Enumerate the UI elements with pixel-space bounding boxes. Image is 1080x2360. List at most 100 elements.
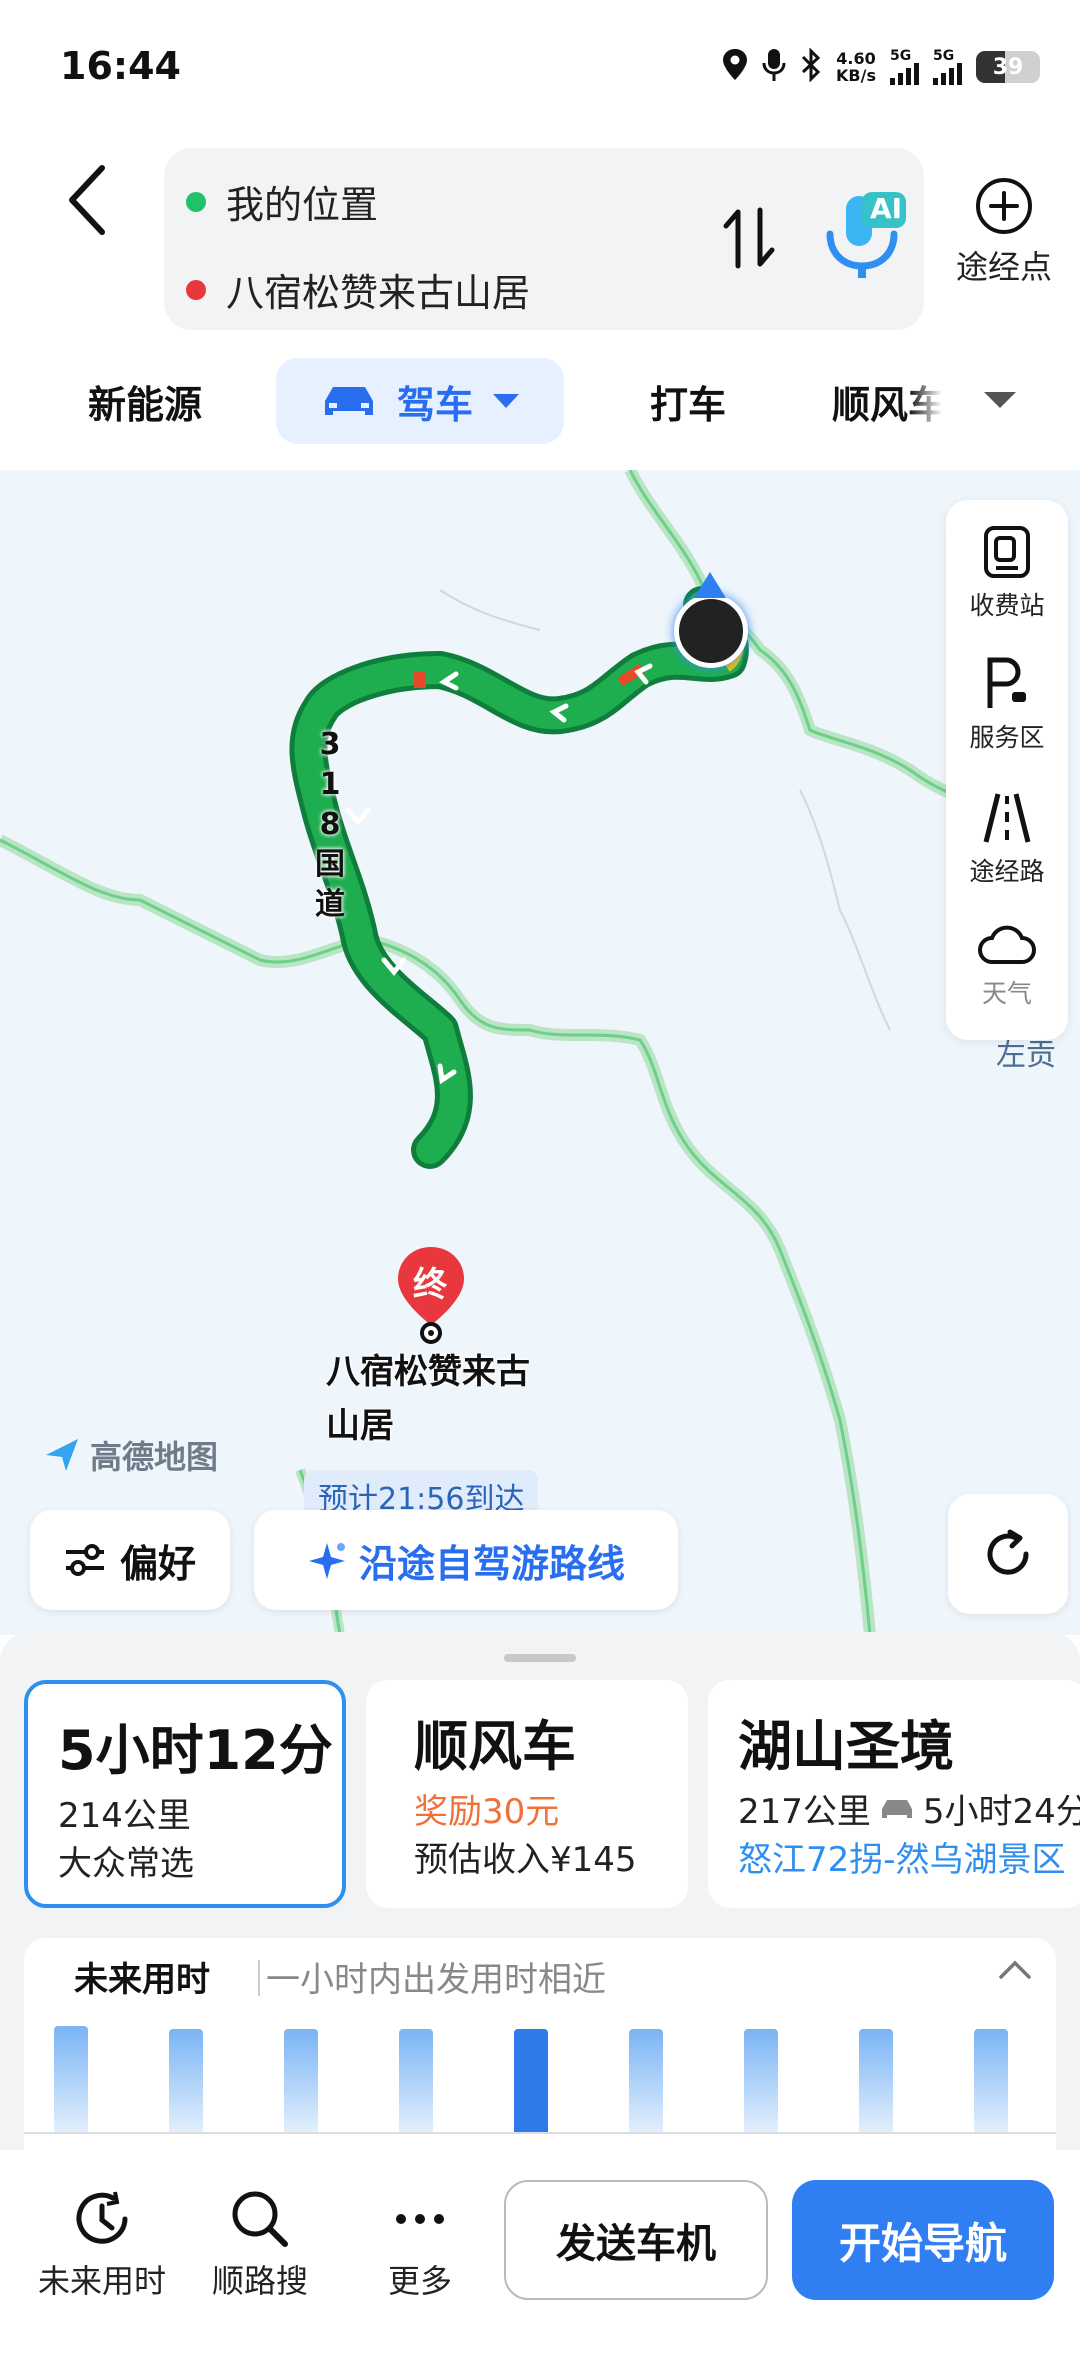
battery-icon: 39 [976, 51, 1040, 83]
plus-circle-icon [976, 178, 1032, 234]
bottom-action-bar: 未来用时 顺路搜 更多 发送车机 开始导航 [0, 2150, 1080, 2360]
road-char: 道 [315, 887, 345, 922]
signal-sim1: 5G [890, 49, 919, 85]
tab-hitch[interactable]: 顺风车 [832, 358, 942, 444]
network-speed-unit: KB/s [836, 66, 876, 85]
ai-voice-button[interactable]: AI [816, 188, 908, 288]
more-modes-button[interactable] [980, 388, 1020, 416]
search-along-label: 顺路搜 [211, 2262, 308, 2300]
more-dots-icon [396, 2214, 444, 2224]
future-time-title: 未来用时 [74, 1960, 210, 2000]
map-view[interactable]: 3 1 8 国 道 终 八宿松赞来古 山居 预计21:56到达 高德地图 左贡 … [0, 470, 1080, 1635]
caret-down-icon [984, 392, 1016, 408]
sheet-drag-handle[interactable] [504, 1654, 576, 1662]
tab-hitch-label: 顺风车 [832, 382, 942, 427]
search-icon [232, 2191, 288, 2247]
tab-drive-label: 驾车 [396, 382, 473, 427]
future-time-button[interactable]: 未来用时 [22, 2186, 182, 2302]
destination-dot-icon [186, 279, 206, 300]
chevron-up-icon [999, 1960, 1031, 1979]
road-icon [983, 793, 1031, 843]
tab-taxi-label: 打车 [650, 382, 727, 427]
road-label-318: 3 1 8 国 道 [310, 725, 350, 925]
status-icons: 4.60 KB/s 5G 5G 39 [722, 44, 1040, 90]
selfdrive-routes-button[interactable]: 沿途自驾游路线 [254, 1510, 678, 1610]
signal-bars-icon [933, 63, 962, 85]
destination-field[interactable]: 八宿松赞来古山居 [186, 262, 530, 317]
route-card-scenic[interactable]: 湖山圣境 217公里 5小时24分 怒江72拐-然乌湖景区 [708, 1680, 1080, 1908]
divider [258, 1960, 260, 1996]
preference-button[interactable]: 偏好 [30, 1510, 230, 1610]
scenic-meta: 217公里 5小时24分 [738, 1784, 1080, 1833]
origin-dot-icon [186, 191, 206, 212]
refresh-button[interactable] [948, 1494, 1068, 1614]
service-area-button[interactable]: 服务区 [946, 656, 1068, 754]
destination-label-line2: 山居 [326, 1406, 394, 1446]
search-along-button[interactable]: 顺路搜 [180, 2186, 340, 2302]
amap-logo-icon [46, 1439, 78, 1471]
cloud-icon [978, 925, 1036, 964]
future-time-nav-label: 未来用时 [37, 2262, 166, 2300]
route-tag: 大众常选 [58, 1844, 194, 1884]
road-char: 8 [319, 807, 341, 842]
refresh-icon [987, 1529, 1029, 1575]
future-time-bar[interactable] [859, 2029, 893, 2134]
heading-arrow-icon [694, 572, 726, 598]
clock-history-icon [76, 2191, 128, 2244]
origin-text: 我的位置 [226, 183, 379, 227]
network-speed: 4.60 KB/s [836, 50, 876, 84]
future-time-bar[interactable] [744, 2029, 778, 2134]
swap-icon[interactable] [720, 206, 780, 270]
start-navigation-button[interactable]: 开始导航 [792, 2180, 1054, 2300]
battery-level: 39 [992, 54, 1024, 80]
toll-station-icon [984, 526, 1030, 578]
future-time-bar[interactable] [514, 2029, 548, 2134]
future-time-bar[interactable] [629, 2029, 663, 2134]
route-card-recommended[interactable]: 5小时12分 214公里 大众常选 [24, 1680, 346, 1908]
future-time-bars [24, 2022, 1056, 2134]
tab-new-energy-label: 新能源 [88, 382, 203, 427]
waypoint-label: 途经点 [955, 248, 1052, 286]
service-area-label: 服务区 [969, 723, 1045, 752]
map-tools-panel: 收费站 服务区 途经路 天气 [946, 500, 1068, 1040]
back-button[interactable] [60, 160, 120, 240]
weather-label: 天气 [981, 979, 1032, 1008]
future-time-bar[interactable] [54, 2026, 88, 2134]
ai-badge: AI [870, 192, 903, 225]
send-to-car-button[interactable]: 发送车机 [504, 2180, 768, 2300]
more-button[interactable]: 更多 [340, 2186, 500, 2302]
future-time-panel: 未来用时 一小时内出发用时相近 [24, 1938, 1056, 2158]
current-location-avatar[interactable] [674, 594, 748, 668]
future-time-bar[interactable] [974, 2029, 1008, 2134]
sparkle-icon [308, 1543, 345, 1579]
caret-down-icon [493, 394, 519, 408]
tab-new-energy[interactable]: 新能源 [88, 358, 202, 444]
route-roads-button[interactable]: 途经路 [946, 790, 1068, 888]
future-time-bar[interactable] [399, 2029, 433, 2134]
route-duration: 5小时12分 [58, 1719, 333, 1782]
scenic-distance: 217公里 [738, 1792, 871, 1832]
sliders-icon [65, 1544, 104, 1576]
selfdrive-routes-label: 沿途自驾游路线 [358, 1541, 625, 1586]
origin-field[interactable]: 我的位置 [186, 174, 378, 229]
bars-baseline [24, 2132, 1056, 2134]
tab-drive[interactable]: 驾车 [276, 358, 564, 444]
amap-logo-text: 高德地图 [90, 1438, 219, 1476]
hitch-reward: 奖励30元 [414, 1792, 560, 1832]
route-roads-label: 途经路 [969, 857, 1045, 886]
future-time-bar[interactable] [284, 2029, 318, 2134]
hitch-title: 顺风车 [414, 1715, 576, 1778]
tab-taxi[interactable]: 打车 [650, 358, 726, 444]
toll-station-button[interactable]: 收费站 [946, 524, 1068, 622]
future-time-bar[interactable] [169, 2029, 203, 2134]
route-card-hitch[interactable]: 顺风车 奖励30元 预估收入¥145 [366, 1680, 688, 1908]
add-waypoint-button[interactable]: 途经点 [944, 176, 1064, 288]
weather-button[interactable]: 天气 [946, 920, 1068, 1010]
signal-sim2: 5G [933, 49, 962, 85]
car-icon [324, 387, 373, 415]
location-icon [722, 48, 748, 86]
destination-marker-text: 终 [413, 1265, 447, 1305]
collapse-button[interactable] [998, 1958, 1032, 1984]
route-distance: 214公里 [58, 1796, 191, 1836]
road-char: 1 [319, 767, 341, 802]
